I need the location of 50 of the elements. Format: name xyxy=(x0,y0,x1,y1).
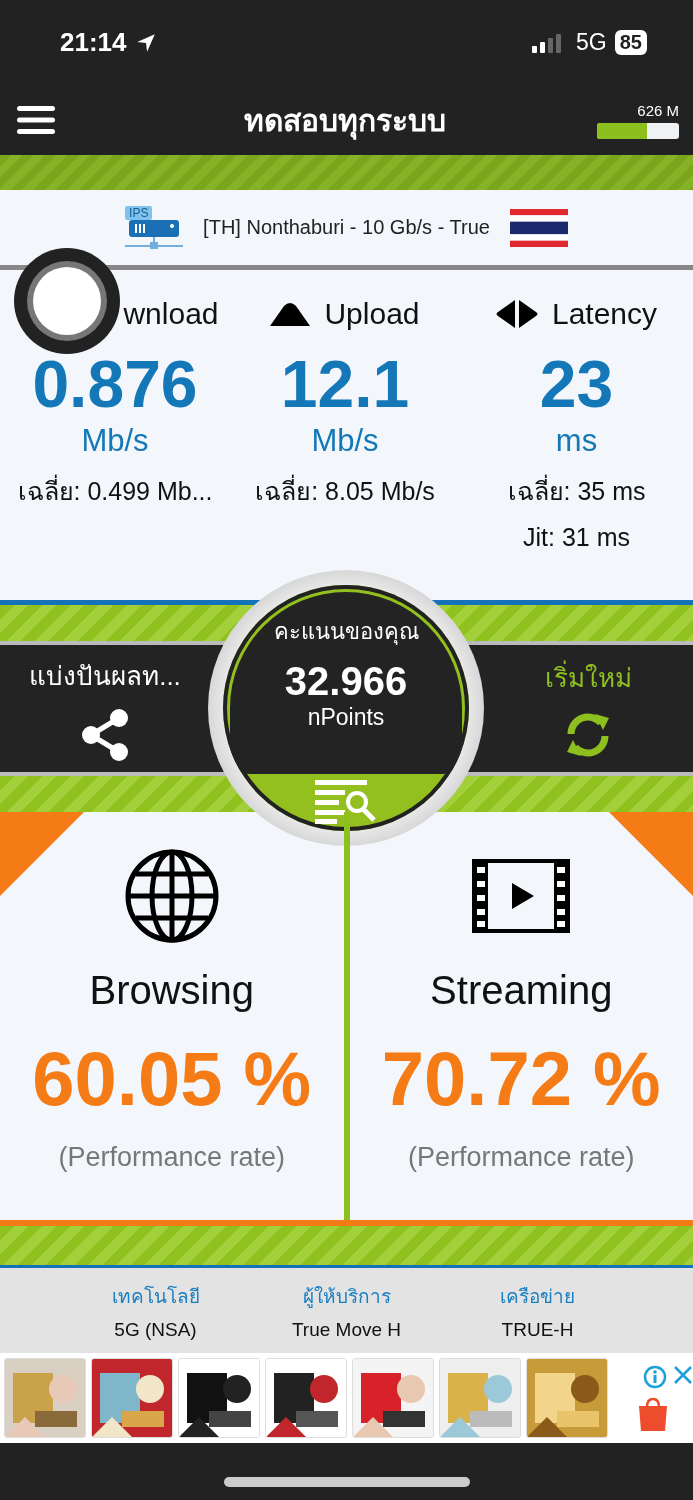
thailand-flag-icon xyxy=(509,208,568,247)
battery-level: 85 xyxy=(614,30,647,55)
metric-unit: Mb/s xyxy=(311,422,379,459)
result-percent: 60.05 % xyxy=(32,1035,312,1122)
jitter-value: Jit: 31 ms xyxy=(523,522,630,552)
result-caption: (Performance rate) xyxy=(58,1142,286,1173)
share-button[interactable]: แบ่งปันผลท... xyxy=(0,655,210,762)
metric-average: เฉลี่ย: 0.499 Mb... xyxy=(17,473,213,507)
shopping-bag-icon xyxy=(637,1397,669,1431)
info-value: 5G (NSA) xyxy=(114,1318,197,1341)
score-title: คะแนนของคุณ xyxy=(273,618,419,647)
data-used: 626 M xyxy=(637,101,679,119)
menu-icon[interactable] xyxy=(17,106,55,134)
metric-label: Upload xyxy=(324,297,420,331)
result-caption: (Performance rate) xyxy=(407,1142,635,1173)
video-film-icon xyxy=(472,859,571,933)
clock: 21:14 xyxy=(60,27,127,58)
metric-value: 12.1 xyxy=(280,348,410,421)
metric-average: เฉลี่ย: 35 ms xyxy=(507,473,646,507)
metric-value: 23 xyxy=(539,348,614,421)
metric-value: 0.876 xyxy=(32,348,198,421)
info-label: ผู้ให้บริการ xyxy=(302,1284,391,1310)
info-label: เครือข่าย xyxy=(500,1284,575,1309)
network-type: 5G xyxy=(576,29,607,56)
info-icon[interactable] xyxy=(643,1365,667,1389)
metric-unit: ms xyxy=(555,422,598,459)
latency-icon xyxy=(495,300,538,328)
info-value: True Move H xyxy=(291,1318,402,1341)
globe-icon xyxy=(123,848,220,944)
signal-icon xyxy=(532,32,563,53)
triangle-up-icon xyxy=(270,302,311,326)
close-icon[interactable] xyxy=(673,1365,693,1385)
restart-button[interactable]: เริ่มใหม่ xyxy=(483,657,693,760)
metric-label: wnload xyxy=(123,297,219,331)
server-name[interactable]: [TH] Nonthaburi - 10 Gb/s - True xyxy=(203,216,490,239)
result-percent: 70.72 % xyxy=(381,1035,661,1122)
info-label: เทคโนโลยี xyxy=(111,1284,200,1309)
result-title: Browsing xyxy=(89,968,254,1013)
server-icon xyxy=(125,219,184,250)
result-title: Streaming xyxy=(430,968,613,1013)
share-icon xyxy=(79,708,131,762)
app-title: ทดสอบทุกระบบ xyxy=(55,96,595,144)
result-details-icon xyxy=(315,780,377,824)
score-value: 32.966 xyxy=(284,659,408,704)
metric-unit: Mb/s xyxy=(81,422,149,459)
score-unit: nPoints xyxy=(307,704,385,731)
metric-average: เฉลี่ย: 8.05 Mb/s xyxy=(255,473,435,507)
info-value: TRUE-H xyxy=(501,1318,574,1341)
server-badge: IPS xyxy=(125,205,153,220)
metric-label: Latency xyxy=(551,297,658,331)
